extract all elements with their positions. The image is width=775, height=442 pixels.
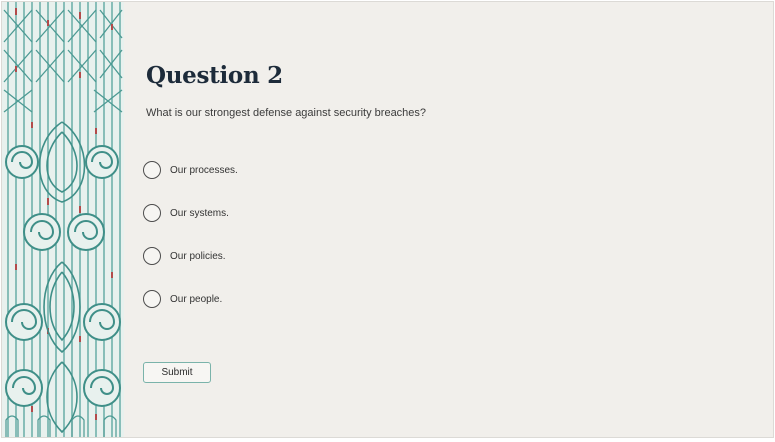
question-prompt: What is our strongest defense against se… [146, 107, 427, 119]
question-content: Question 2 What is our strongest defense… [143, 2, 773, 437]
decorative-pattern-panel [2, 2, 124, 437]
option-processes[interactable]: Our processes. [143, 159, 238, 181]
answer-options: Our processes. Our systems. Our policies… [143, 159, 238, 331]
option-label: Our people. [170, 293, 223, 305]
radio-button[interactable] [143, 290, 161, 308]
option-label: Our processes. [170, 164, 238, 176]
option-label: Our policies. [170, 250, 226, 262]
option-label: Our systems. [170, 207, 229, 219]
kowhaiwhai-pattern-graphic [2, 2, 124, 437]
quiz-window: Question 2 What is our strongest defense… [1, 1, 774, 438]
option-systems[interactable]: Our systems. [143, 202, 238, 224]
radio-button[interactable] [143, 204, 161, 222]
submit-button[interactable]: Submit [143, 362, 211, 383]
question-title: Question 2 [146, 62, 283, 89]
radio-button[interactable] [143, 161, 161, 179]
radio-button[interactable] [143, 247, 161, 265]
option-people[interactable]: Our people. [143, 288, 238, 310]
option-policies[interactable]: Our policies. [143, 245, 238, 267]
